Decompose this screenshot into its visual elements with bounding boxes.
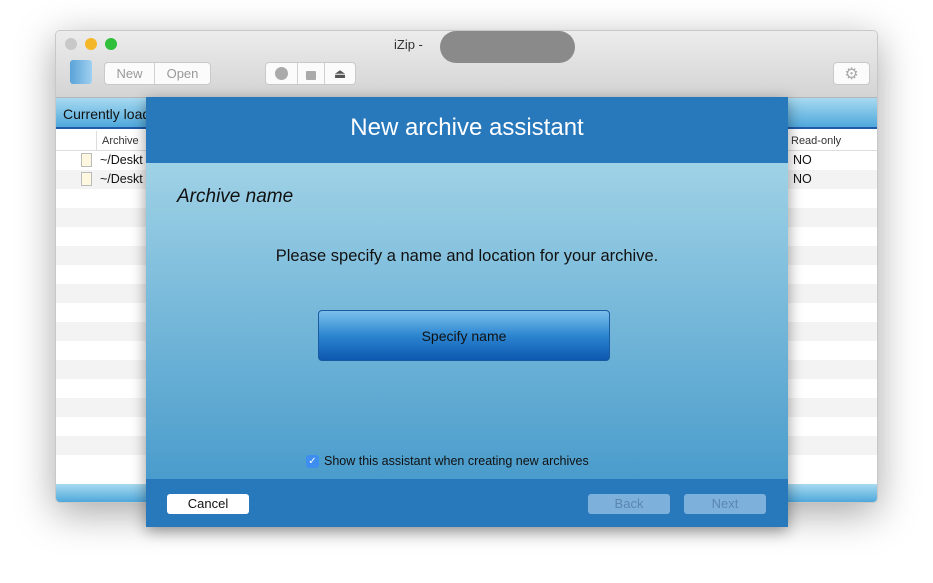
column-read-only[interactable]: Read-only [791, 135, 841, 147]
show-assistant-label[interactable]: Show this assistant when creating new ar… [324, 454, 589, 468]
dialog-body: Archive name Please specify a name and l… [146, 163, 788, 479]
read-only-value: NO [793, 172, 812, 186]
archive-path: ~/Deskt [100, 172, 143, 186]
archive-file-icon [81, 172, 92, 186]
new-archive-dialog: New archive assistant Archive name Pleas… [146, 97, 788, 527]
cancel-button[interactable]: Cancel [167, 494, 249, 514]
archive-path: ~/Deskt [100, 153, 143, 167]
new-button[interactable]: New [105, 63, 155, 84]
lock-icon[interactable] [298, 63, 325, 84]
gear-icon: ⚙ [844, 65, 859, 83]
settings-button[interactable]: ⚙ [833, 62, 870, 85]
zoom-button[interactable] [105, 38, 117, 50]
app-folder-icon [70, 60, 92, 84]
next-button[interactable]: Next [684, 494, 766, 514]
instruction-text: Please specify a name and location for y… [275, 247, 659, 265]
read-only-value: NO [793, 153, 812, 167]
eject-icon[interactable]: ⏏ [325, 63, 355, 84]
minimize-button[interactable] [85, 38, 97, 50]
column-archive[interactable]: Archive [102, 135, 139, 147]
open-button[interactable]: Open [155, 63, 210, 84]
step-title: Archive name [177, 186, 294, 207]
file-buttons: New Open [104, 62, 211, 85]
window-title: iZip - [394, 37, 423, 52]
action-buttons: ⏏ [265, 62, 356, 85]
toolbar: iZip - New Open ⏏ ⚙ [56, 31, 877, 98]
show-assistant-checkbox[interactable]: ✓ [306, 455, 319, 468]
back-button[interactable]: Back [588, 494, 670, 514]
dialog-title: New archive assistant [146, 97, 788, 163]
dialog-footer: Cancel Back Next [146, 479, 788, 527]
specify-name-button[interactable]: Specify name [318, 310, 610, 361]
search-icon[interactable] [266, 63, 298, 84]
archive-file-icon [81, 153, 92, 167]
redacted-filename [440, 31, 575, 63]
close-button[interactable] [65, 38, 77, 50]
